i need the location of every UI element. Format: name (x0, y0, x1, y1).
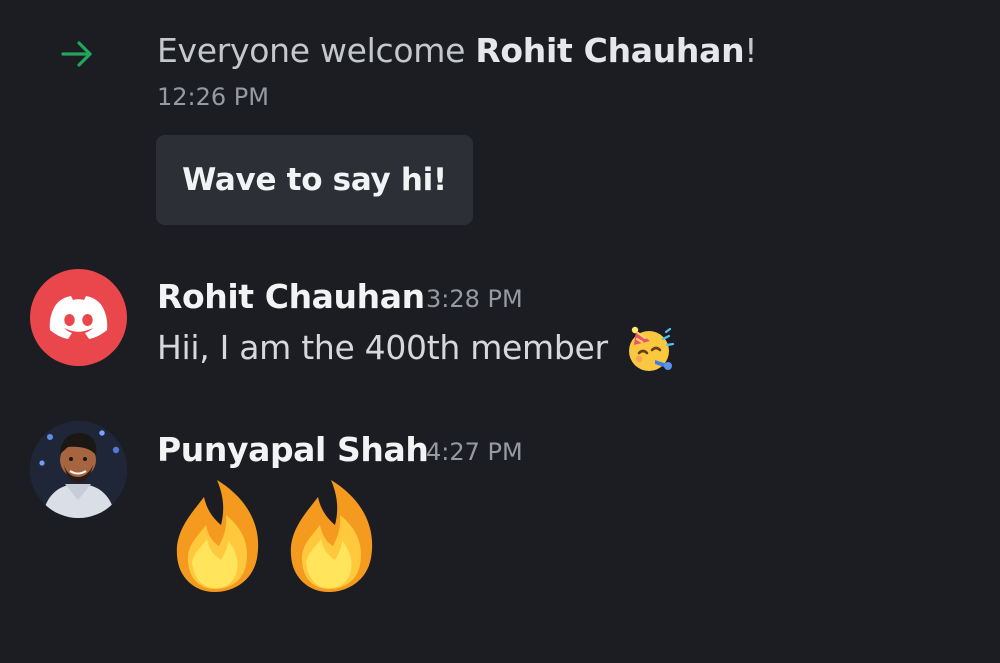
discord-logo-avatar[interactable] (30, 269, 127, 366)
system-message-prefix: Everyone welcome (157, 31, 476, 70)
message-author[interactable]: Rohit Chauhan (157, 276, 425, 318)
wave-button[interactable]: Wave to say hi! (156, 135, 473, 225)
message-item: Rohit Chauhan 3:28 PM Hii, I am the 400t… (0, 262, 1000, 392)
message-timestamp: 3:28 PM (426, 285, 523, 313)
message-content: Hii, I am the 400th member (157, 328, 608, 367)
fire-emoji (157, 473, 273, 593)
member-mention[interactable]: Rohit Chauhan (475, 31, 744, 70)
emoji-message-content (157, 473, 397, 593)
system-message-timestamp: 12:26 PM (157, 83, 269, 111)
system-join-message: Everyone welcome Rohit Chauhan! 12:26 PM… (0, 0, 1000, 240)
message-item: Punyapal Shah 4:27 PM (0, 415, 1000, 615)
fire-emoji (271, 473, 387, 593)
user-photo-avatar[interactable] (30, 421, 127, 518)
system-message-suffix: ! (744, 31, 758, 70)
chat-feed: Everyone welcome Rohit Chauhan! 12:26 PM… (0, 0, 1000, 663)
message-timestamp: 4:27 PM (426, 438, 523, 466)
system-message-text: Everyone welcome Rohit Chauhan! (157, 28, 758, 74)
message-author[interactable]: Punyapal Shah (157, 429, 429, 471)
partying-face-emoji (622, 321, 676, 375)
arrow-right-icon (60, 36, 96, 72)
